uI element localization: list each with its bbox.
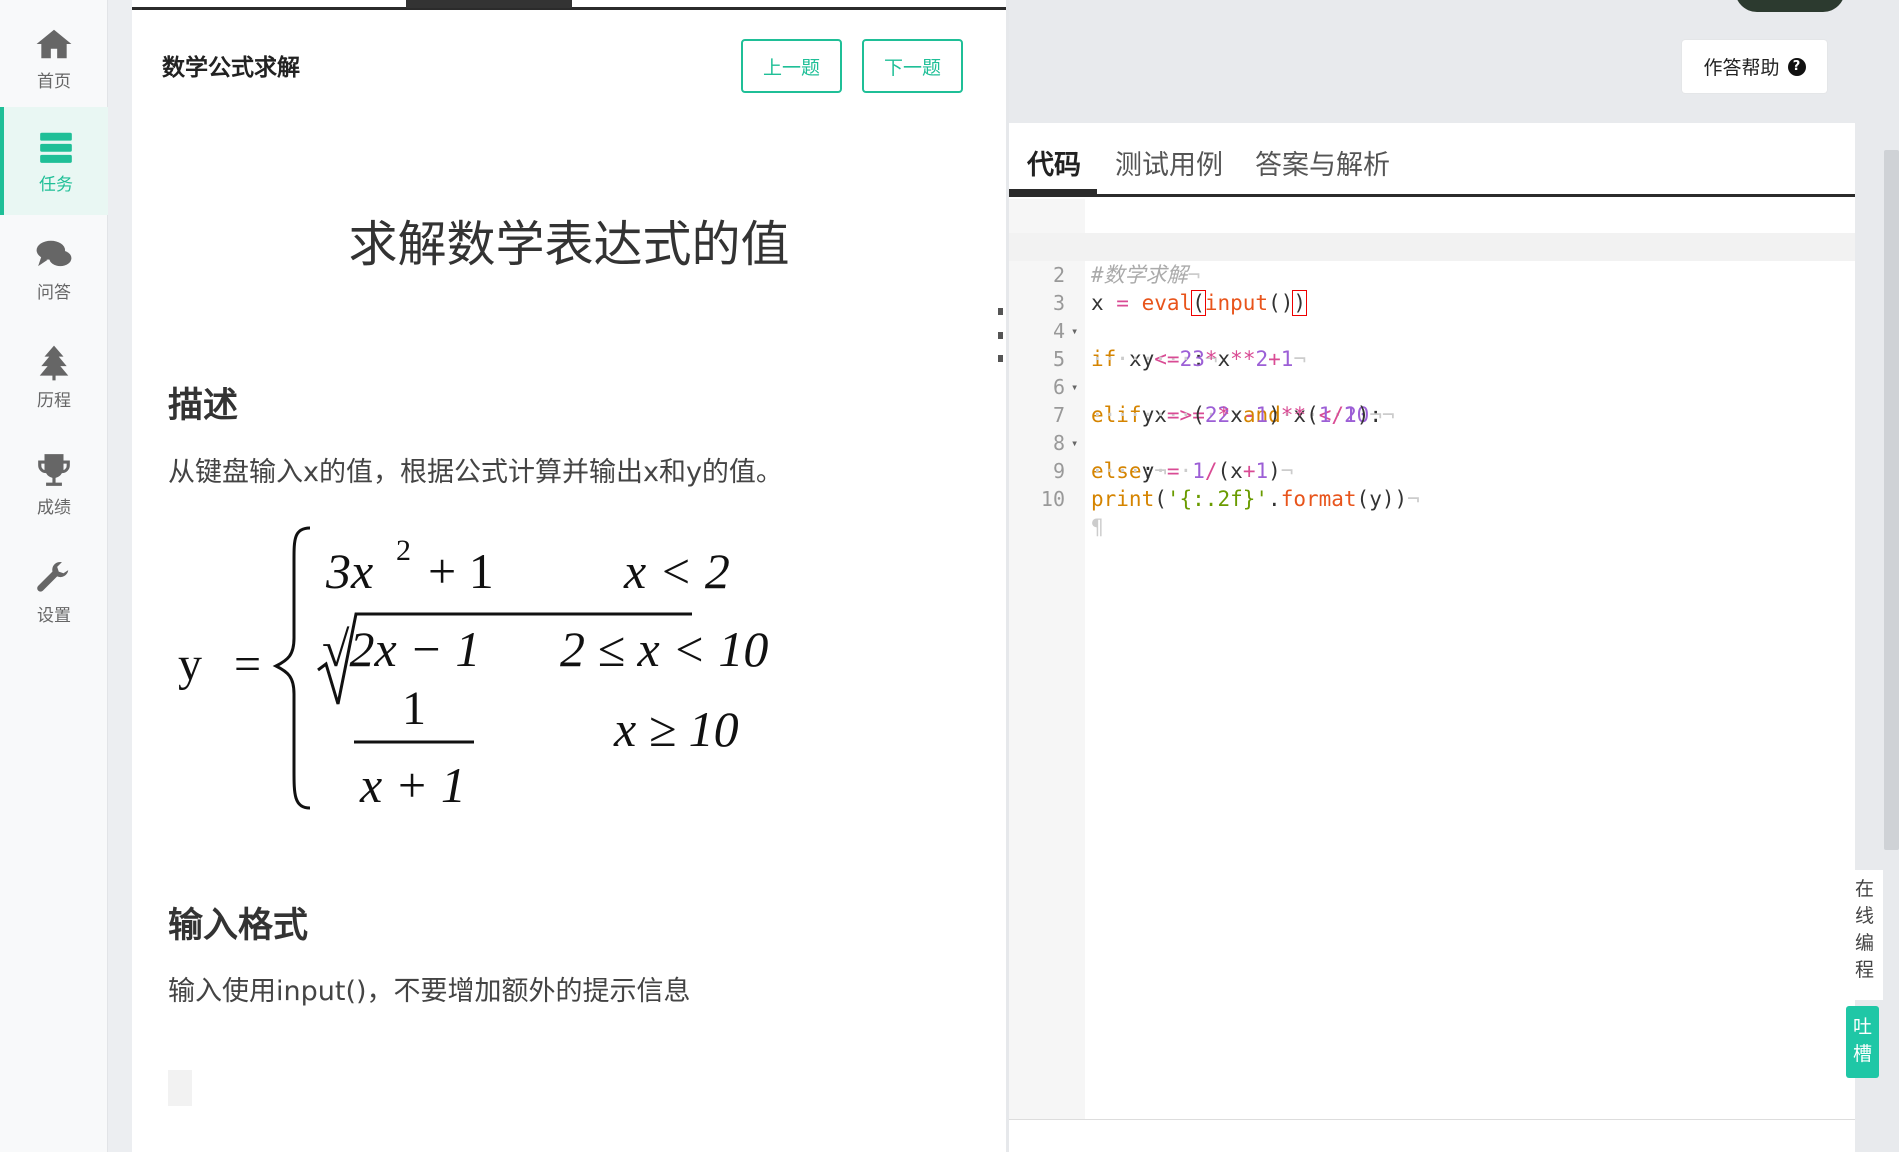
online-coding-label: 在线编程 — [1854, 878, 1874, 981]
sidebar-item-settings[interactable]: 设置 — [0, 538, 108, 646]
code-line[interactable]: 9 print('{:.2f}'.format(y))¬ — [1009, 429, 1855, 511]
code-line[interactable]: 8 ····y·=·1/(x+1)¬ — [1009, 401, 1855, 483]
problem-heading: 求解数学表达式的值 — [348, 216, 790, 273]
next-question-button[interactable]: 下一题 — [862, 39, 963, 93]
problem-panel: 数学公式求解 上一题 下一题 求解数学表达式的值 描述 从键盘输入x的值，根据公… — [132, 0, 1006, 1152]
corner-avatar — [1735, 0, 1845, 12]
formula-equals: = — [234, 638, 261, 691]
sidebar-item-qa[interactable]: 问答 — [0, 215, 108, 323]
editor-bottom-bar — [1009, 1119, 1855, 1152]
help-label: 作答帮助 — [1703, 57, 1780, 79]
formula-lhs: y — [178, 638, 202, 691]
code-line[interactable]: 4 ····y·=·3*x**2+1¬ — [1009, 289, 1855, 371]
sidebar-item-label: 问答 — [37, 282, 71, 303]
sidebar-item-label: 设置 — [37, 605, 71, 626]
code-line[interactable]: 7 ▾ else:¬ — [1009, 373, 1855, 483]
case1-tail: + 1 — [428, 543, 494, 599]
input-format-heading: 输入格式 — [168, 906, 309, 946]
code-line[interactable]: 1 #数学求解¬ — [1009, 205, 1855, 287]
left-sidebar: 首页 任务 问答 历程 成绩 设置 — [0, 0, 108, 1152]
code-line[interactable]: 3 ▾ if·x·<·2:¬ — [1009, 261, 1855, 371]
case1-condition: x < 2 — [623, 543, 730, 599]
chat-bubbles-icon — [36, 240, 72, 266]
code-line[interactable]: 6 ····y·=·(2*x-1)**(1/2)¬ — [1009, 345, 1855, 427]
sample-placeholder — [168, 1070, 192, 1106]
sidebar-item-scores[interactable]: 成绩 — [0, 430, 108, 538]
online-coding-tab[interactable]: 在线编程 — [1846, 870, 1883, 1000]
sidebar-item-label: 任务 — [39, 174, 73, 195]
trophy-icon — [38, 453, 70, 486]
case1-expression: 3x — [325, 543, 373, 599]
tree-icon — [39, 345, 69, 380]
case2-expression: √2x − 1 — [322, 621, 480, 677]
code-line[interactable]: 2 x = eval(input()) — [1009, 233, 1855, 316]
editor-tabs: 代码 测试用例 答案与解析 — [1009, 123, 1855, 197]
sidebar-item-label: 首页 — [37, 71, 71, 92]
feedback-button[interactable]: 吐槽 — [1846, 1006, 1879, 1078]
question-circle-icon: ? — [1787, 57, 1806, 76]
editor-pane: 作答帮助 ? 代码 测试用例 答案与解析 1 #数学求解¬ 2 x = eval… — [1009, 0, 1862, 1152]
case3-condition: x ≥ 10 — [613, 701, 739, 757]
line-number: 10 — [1040, 487, 1065, 511]
top-tab-indicator — [406, 0, 572, 8]
task-list-icon — [40, 132, 72, 163]
answer-help-button[interactable]: 作答帮助 ? — [1682, 40, 1827, 93]
case3-denominator: x + 1 — [359, 757, 466, 813]
sidebar-gutter — [108, 0, 132, 1152]
case1-exponent: 2 — [396, 534, 411, 567]
sidebar-item-label: 成绩 — [37, 497, 71, 518]
wrench-icon — [37, 561, 69, 592]
feedback-label: 吐槽 — [1852, 1016, 1872, 1065]
prev-question-button[interactable]: 上一题 — [741, 39, 842, 93]
input-format-text: 输入使用input()，不要增加额外的提示信息 — [168, 976, 691, 1007]
tab-code[interactable]: 代码 — [1027, 143, 1081, 182]
tab-answer-analysis[interactable]: 答案与解析 — [1255, 143, 1390, 182]
editor-card: 代码 测试用例 答案与解析 1 #数学求解¬ 2 x = eval(input(… — [1009, 123, 1855, 1152]
code-text: ¶ — [1091, 515, 1104, 539]
active-tab-underline — [1009, 189, 1097, 194]
code-editor[interactable]: 1 #数学求解¬ 2 x = eval(input()) 3 ▾ if·x·<·… — [1009, 199, 1855, 1119]
sidebar-item-task[interactable]: 任务 — [0, 107, 108, 215]
scrollbar-thumb[interactable] — [1884, 150, 1899, 850]
description-text: 从键盘输入x的值，根据公式计算并输出x和y的值。 — [168, 457, 783, 488]
description-heading: 描述 — [168, 386, 239, 426]
sidebar-item-history[interactable]: 历程 — [0, 323, 108, 431]
code-line[interactable]: 10 ¶ — [1009, 457, 1855, 539]
case2-condition: 2 ≤ x < 10 — [560, 621, 768, 677]
piecewise-formula: y = 3x 2 + 1 x < 2 √2x − 1 2 ≤ x < 10 1 … — [172, 520, 952, 830]
case3-numerator: 1 — [402, 682, 426, 735]
sidebar-item-label: 历程 — [37, 390, 71, 411]
splitter-handle-icon[interactable] — [997, 308, 1003, 362]
tab-test-cases[interactable]: 测试用例 — [1115, 143, 1223, 182]
code-text: print('{:.2f}'.format(y))¬ — [1091, 487, 1420, 511]
problem-title: 数学公式求解 — [162, 55, 300, 81]
code-line[interactable]: 5 ▾ elif·x·>=·2·and·x·<·10:¬ — [1009, 317, 1855, 427]
sidebar-item-home[interactable]: 首页 — [0, 4, 108, 112]
home-icon — [36, 29, 72, 58]
